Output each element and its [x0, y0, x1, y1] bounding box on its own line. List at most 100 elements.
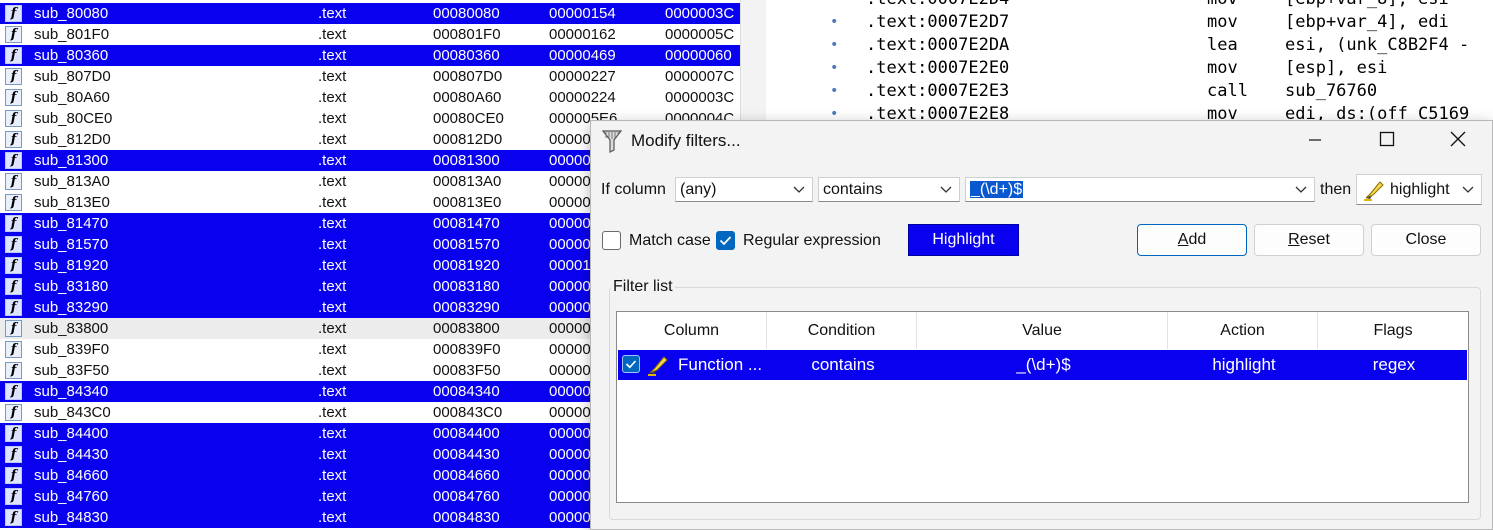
- function-icon: f: [5, 404, 22, 421]
- filter-list-label: Filter list: [611, 278, 675, 296]
- maximize-button[interactable]: [1369, 125, 1405, 157]
- highlight-color-button[interactable]: Highlight: [908, 224, 1019, 256]
- function-row[interactable]: f sub_80360 .text 00080360 00000469 00000060: [0, 45, 740, 66]
- checkmark-icon: [719, 236, 732, 246]
- function-start: 000813A0: [433, 173, 502, 190]
- value-input-text: _(\d+)$: [970, 181, 1024, 198]
- function-locals: 0000003C: [665, 5, 735, 22]
- function-icon: f: [5, 467, 22, 484]
- function-icon: f: [5, 509, 22, 526]
- reset-button[interactable]: Reset: [1254, 224, 1364, 256]
- function-name: sub_84400: [34, 425, 109, 442]
- column-select-value: (any): [680, 181, 717, 198]
- function-start: 000801F0: [433, 26, 501, 43]
- disasm-address: .text:0007E2E3: [866, 81, 1010, 101]
- function-segment: .text: [318, 194, 347, 211]
- match-case-checkbox[interactable]: [602, 231, 621, 250]
- function-segment: .text: [318, 89, 347, 106]
- disasm-line[interactable]: • .text:0007E2E0 mov [esp], esi: [766, 57, 1493, 80]
- condition-select[interactable]: contains: [818, 177, 960, 202]
- function-name: sub_839F0: [34, 341, 110, 358]
- function-segment: .text: [318, 488, 347, 505]
- function-icon: f: [5, 488, 22, 505]
- action-select[interactable]: highlight: [1356, 174, 1482, 205]
- function-start: 00084400: [433, 425, 500, 442]
- function-name: sub_812D0: [34, 131, 111, 148]
- function-name: sub_80360: [34, 47, 109, 64]
- highlighter-icon: [648, 356, 668, 376]
- disasm-mnemonic: mov: [1207, 12, 1238, 32]
- disasm-line[interactable]: • .text:0007E2E3 call sub_76760: [766, 80, 1493, 103]
- header-action[interactable]: Action: [1168, 312, 1318, 349]
- function-start: 00083800: [433, 320, 500, 337]
- row-flags: regex: [1372, 355, 1416, 374]
- dialog-title-bar[interactable]: Modify filters...: [591, 121, 1492, 161]
- function-start: 00084830: [433, 509, 500, 526]
- function-segment: .text: [318, 131, 347, 148]
- function-start: 000812D0: [433, 131, 503, 148]
- minimize-button[interactable]: [1297, 125, 1333, 157]
- function-icon: f: [5, 341, 22, 358]
- disasm-operands: [ebp+var_8], esi: [1285, 0, 1449, 11]
- function-segment: .text: [318, 320, 347, 337]
- function-icon: f: [5, 278, 22, 295]
- function-icon: f: [5, 383, 22, 400]
- filter-enabled-checkbox[interactable]: [622, 355, 640, 373]
- header-value[interactable]: Value: [917, 312, 1168, 349]
- column-select[interactable]: (any): [675, 177, 813, 202]
- bullet-icon: •: [830, 37, 839, 53]
- function-icon: f: [5, 236, 22, 253]
- function-icon: f: [5, 173, 22, 190]
- close-button[interactable]: Close: [1371, 224, 1481, 256]
- add-button[interactable]: Add: [1137, 224, 1247, 256]
- function-start: 00081300: [433, 152, 500, 169]
- function-icon: f: [5, 26, 22, 43]
- disasm-operands: [esp], esi: [1285, 58, 1388, 78]
- function-segment: .text: [318, 278, 347, 295]
- function-name: sub_80CE0: [34, 110, 113, 127]
- function-row[interactable]: f sub_80080 .text 00080080 00000154 0000003C: [0, 3, 740, 24]
- function-segment: .text: [318, 404, 347, 421]
- function-segment: .text: [318, 26, 347, 43]
- function-start: 00080CE0: [433, 110, 504, 127]
- function-segment: .text: [318, 257, 347, 274]
- filter-row[interactable]: Function ... contains _(\d+)$ highlight …: [618, 350, 1467, 380]
- action-select-value: highlight: [1390, 181, 1450, 198]
- disasm-address: .text:0007E2D4: [866, 0, 1009, 11]
- disasm-line[interactable]: • .text:0007E2D7 mov [ebp+var_4], edi: [766, 11, 1493, 34]
- chevron-down-icon: [940, 186, 952, 193]
- function-name: sub_81300: [34, 152, 109, 169]
- filter-table[interactable]: Column Condition Value Action Flags Func…: [616, 311, 1469, 503]
- function-name: sub_80080: [34, 5, 109, 22]
- function-icon: f: [5, 194, 22, 211]
- function-locals: 0000007C: [665, 68, 735, 85]
- function-row[interactable]: f sub_807D0 .text 000807D0 00000227 0000007C: [0, 66, 740, 87]
- value-input[interactable]: _(\d+)$: [965, 177, 1315, 202]
- disasm-operands: esi, (unk_C8B2F4 -: [1285, 35, 1470, 55]
- function-segment: .text: [318, 236, 347, 253]
- disasm-address: .text:0007E2E0: [866, 58, 1010, 78]
- row-value: _(\d+)$: [1016, 355, 1071, 374]
- function-length: 00000224: [549, 89, 616, 106]
- function-row[interactable]: f sub_80A60 .text 00080A60 00000224 0000003C: [0, 87, 740, 108]
- add-mnemonic: A: [1177, 231, 1189, 248]
- regex-checkbox[interactable]: [716, 231, 735, 250]
- header-flags[interactable]: Flags: [1318, 312, 1468, 349]
- function-name: sub_81570: [34, 236, 109, 253]
- function-segment: .text: [318, 5, 347, 22]
- function-start: 000807D0: [433, 68, 503, 85]
- disasm-line[interactable]: • .text:0007E2DA lea esi, (unk_C8B2F4 -: [766, 34, 1493, 57]
- disasm-line[interactable]: • .text:0007E2D4 mov [ebp+var_8], esi: [766, 0, 1493, 11]
- close-window-button[interactable]: [1440, 125, 1476, 157]
- checkmark-icon: [625, 360, 637, 369]
- function-icon: f: [5, 131, 22, 148]
- then-label: then: [1320, 181, 1352, 198]
- function-icon: f: [5, 89, 22, 106]
- dialog-title: Modify filters...: [631, 131, 741, 150]
- header-condition[interactable]: Condition: [767, 312, 917, 349]
- function-row[interactable]: f sub_801F0 .text 000801F0 00000162 0000005C: [0, 24, 740, 45]
- function-start: 00083290: [433, 299, 500, 316]
- highlighter-icon: [1364, 181, 1384, 201]
- function-name: sub_83180: [34, 278, 109, 295]
- header-column[interactable]: Column: [617, 312, 767, 349]
